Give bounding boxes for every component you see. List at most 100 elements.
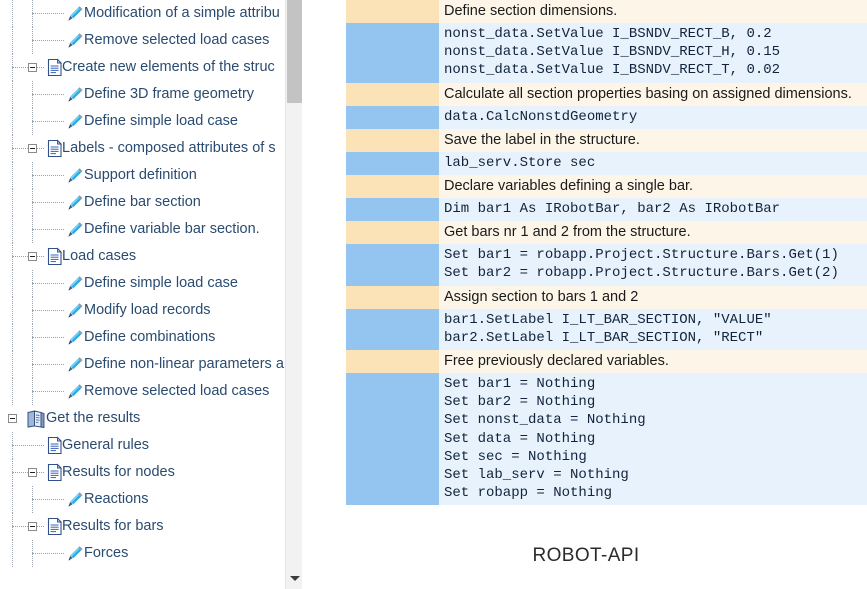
tree-item-general-rules[interactable]: General rules (0, 432, 285, 459)
tree-vertical-scrollbar[interactable] (285, 0, 302, 589)
tree-item-create-new-elements-of-the-struc[interactable]: Create new elements of the struc (0, 54, 285, 81)
code-comment-row: Get bars nr 1 and 2 from the structure. (346, 221, 867, 245)
tree-guide-elbow (32, 378, 33, 391)
pencil-icon (66, 4, 84, 23)
code-comment-line: Assign section to bars 1 and 2 (444, 288, 639, 305)
pencil-icon (66, 166, 84, 185)
code-row-gutter (346, 373, 439, 506)
tree-guide-line (12, 378, 13, 405)
navigation-tree-panel: Modification of a simple attribu Remove s… (0, 0, 302, 589)
tree-item-labels-composed-attributes-of-s[interactable]: Labels - composed attributes of s (0, 135, 285, 162)
tree-item-label: Support definition (84, 167, 197, 183)
tree-item-label: Define 3D frame geometry (84, 86, 255, 102)
tree-item-modification-of-a-simple-attribu[interactable]: Modification of a simple attribu (0, 0, 285, 27)
tree-scrollbar-thumb[interactable] (287, 0, 302, 103)
code-line: lab_serv.Store sec (444, 154, 596, 171)
tree-item-support-definition[interactable]: Support definition (0, 162, 285, 189)
tree-guide-line (32, 499, 64, 500)
code-comment-row: Declare variables defining a single bar. (346, 175, 867, 199)
code-statement-row: nonst_data.SetValue I_BSNDV_RECT_B, 0.2 n… (346, 23, 867, 83)
tree-expander-collapse-icon[interactable] (28, 63, 37, 72)
tree-item-reactions[interactable]: Reactions (0, 486, 285, 513)
tree-item-define-bar-section[interactable]: Define bar section (0, 189, 285, 216)
code-line: Set robapp = Nothing (444, 485, 613, 502)
code-row-content: Dim bar1 As IRobotBar, bar2 As IRobotBar (439, 198, 867, 222)
code-row-gutter (346, 221, 439, 245)
code-content-panel: Define section dimensions. nonst_data.Set… (305, 0, 867, 589)
code-line: Dim bar1 As IRobotBar, bar2 As IRobotBar (444, 201, 781, 218)
tree-scroll-down-button[interactable] (286, 567, 302, 589)
tree-guide-line (12, 270, 13, 297)
code-row-content: nonst_data.SetValue I_BSNDV_RECT_B, 0.2 n… (439, 23, 867, 83)
code-statement-row: Set bar1 = robapp.Project.Structure.Bars… (346, 244, 867, 286)
code-row-gutter (346, 23, 439, 83)
tree-item-label: Labels - composed attributes of s (62, 140, 276, 156)
code-line: nonst_data.SetValue I_BSNDV_RECT_H, 0.15 (444, 44, 781, 61)
pencil-icon (66, 31, 84, 50)
pencil-icon (66, 301, 84, 320)
tree-item-label: Create new elements of the struc (62, 59, 275, 75)
tree-item-remove-selected-load-cases[interactable]: Remove selected load cases (0, 378, 285, 405)
tree-guide-line (12, 81, 13, 108)
tree-guide-elbow (32, 540, 33, 553)
chevron-down-icon (290, 576, 300, 581)
tree-item-label: Forces (84, 545, 129, 561)
code-line: nonst_data.SetValue I_BSNDV_RECT_B, 0.2 (444, 26, 772, 42)
tree-item-forces[interactable]: Forces (0, 540, 285, 567)
tree-item-define-3d-frame-geometry[interactable]: Define 3D frame geometry (0, 81, 285, 108)
tree-item-modify-load-records[interactable]: Modify load records (0, 297, 285, 324)
pencil-icon (66, 85, 84, 104)
code-row-content: Calculate all section properties basing … (439, 82, 867, 106)
tree-item-define-simple-load-case[interactable]: Define simple load case (0, 270, 285, 297)
navigation-tree-viewport[interactable]: Modification of a simple attribu Remove s… (0, 0, 285, 589)
tree-item-get-the-results[interactable]: Get the results (0, 405, 285, 432)
tree-guide-line (12, 297, 13, 324)
code-comment-line: Save the label in the structure. (444, 131, 640, 148)
tree-item-label: Results for nodes (62, 464, 175, 480)
tree-item-label: Define combinations (84, 329, 216, 345)
code-line: Set bar1 = robapp.Project.Structure.Bars… (444, 247, 839, 264)
tree-item-results-for-nodes[interactable]: Results for nodes (0, 459, 285, 486)
code-line: Set bar1 = Nothing (444, 376, 596, 393)
tree-item-define-non-linear-parameters-a[interactable]: Define non-linear parameters a (0, 351, 285, 378)
code-row-content: bar1.SetLabel I_LT_BAR_SECTION, "VALUE" b… (439, 308, 867, 351)
tree-item-define-combinations[interactable]: Define combinations (0, 324, 285, 351)
tree-guide-line (32, 175, 64, 176)
tree-expander-collapse-icon[interactable] (28, 522, 37, 531)
tree-guide-line (32, 283, 64, 284)
code-row-content: Declare variables defining a single bar. (439, 175, 867, 199)
tree-guide-elbow (32, 486, 33, 499)
tree-expander-collapse-icon[interactable] (28, 144, 37, 153)
tree-guide-line (32, 202, 64, 203)
code-statement-row: lab_serv.Store sec (346, 151, 867, 176)
tree-item-define-variable-bar-section[interactable]: Define variable bar section. (0, 216, 285, 243)
tree-item-label: Results for bars (62, 518, 164, 534)
pencil-icon (66, 490, 84, 509)
pencil-icon (66, 112, 84, 131)
code-row-content: Free previously declared variables. (439, 350, 867, 374)
tree-expander-collapse-icon[interactable] (28, 252, 37, 261)
code-statement-row: data.CalcNonstdGeometry (346, 105, 867, 129)
tree-expander-collapse-icon[interactable] (8, 414, 17, 423)
code-row-gutter (346, 0, 439, 23)
code-comment-row: Assign section to bars 1 and 2 (346, 285, 867, 309)
tree-guide-line (12, 324, 13, 351)
tree-guide-line (12, 445, 44, 446)
tree-item-label: Modify load records (84, 302, 211, 318)
code-comment-line: Define section dimensions. (444, 3, 618, 19)
tree-item-results-for-bars[interactable]: Results for bars (0, 513, 285, 540)
code-line: Set sec = Nothing (444, 448, 587, 465)
code-row-content: Assign section to bars 1 and 2 (439, 285, 867, 309)
tree-item-remove-selected-load-cases[interactable]: Remove selected load cases (0, 27, 285, 54)
code-row-gutter (346, 175, 439, 199)
code-row-gutter (346, 285, 439, 309)
code-row-gutter (346, 151, 439, 176)
tree-expander-collapse-icon[interactable] (28, 468, 37, 477)
tree-item-load-cases[interactable]: Load cases (0, 243, 285, 270)
tree-item-define-simple-load-case[interactable]: Define simple load case (0, 108, 285, 135)
code-row-content: Define section dimensions. (439, 0, 867, 23)
code-line: Set bar2 = Nothing (444, 394, 596, 411)
tree-guide-elbow (32, 108, 33, 121)
tree-guide-line (32, 337, 64, 338)
tree-guide-line (32, 310, 64, 311)
